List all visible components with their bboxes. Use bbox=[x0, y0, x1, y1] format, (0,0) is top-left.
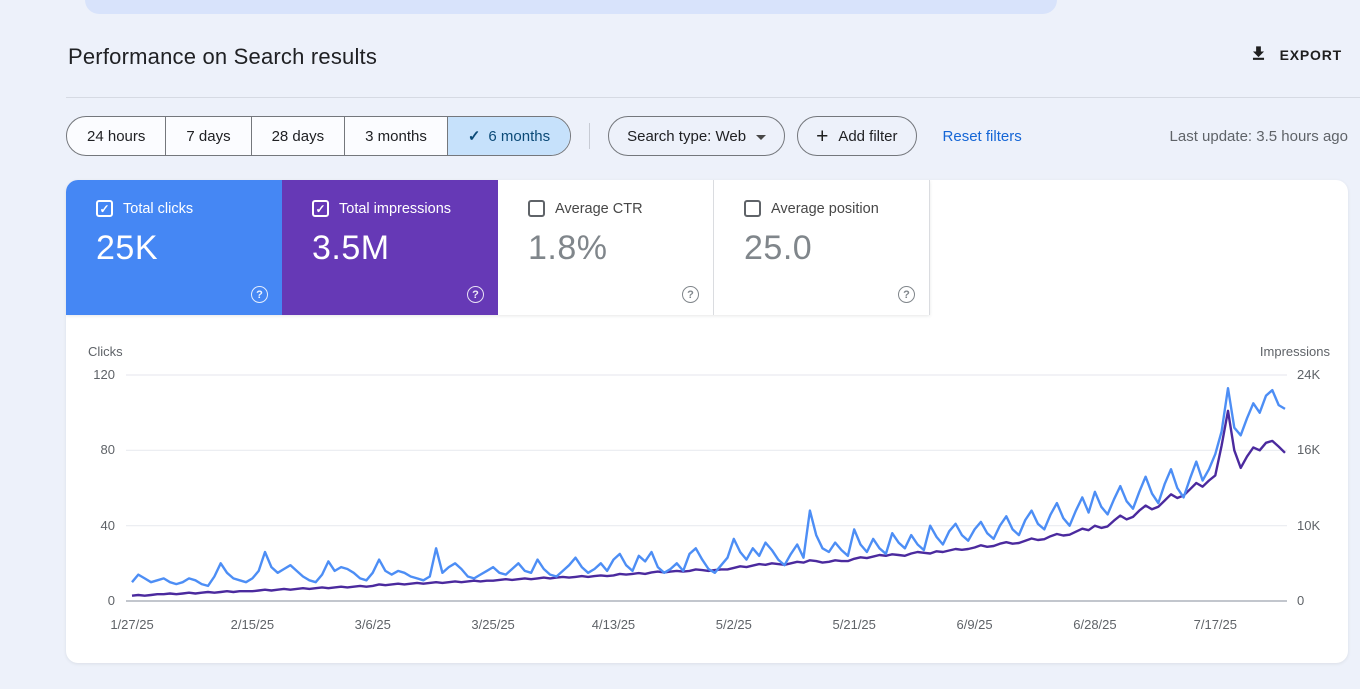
y-axis-tick-clicks: 80 bbox=[100, 442, 115, 458]
y-axis-tick-clicks: 120 bbox=[93, 367, 115, 382]
search-type-dropdown[interactable]: Search type: Web bbox=[608, 116, 786, 156]
plus-icon: + bbox=[816, 124, 829, 148]
x-axis-tick: 4/13/25 bbox=[591, 617, 636, 632]
add-filter-button[interactable]: + Add filter bbox=[797, 116, 917, 156]
page-title: Performance on Search results bbox=[68, 44, 378, 69]
filter-section-divider bbox=[589, 123, 591, 149]
x-axis-tick: 6/28/25 bbox=[1073, 617, 1117, 632]
date-range-6-months[interactable]: ✓ 6 months bbox=[446, 117, 571, 155]
x-axis-tick: 6/9/25 bbox=[956, 617, 993, 632]
last-update-text: Last update: 3.5 hours ago bbox=[1169, 127, 1348, 145]
filter-bar: 24 hours 7 days 28 days 3 months ✓ 6 mon… bbox=[66, 116, 1348, 156]
y-axis-tick-clicks: 0 bbox=[107, 593, 115, 608]
x-axis-tick: 5/2/25 bbox=[715, 617, 752, 632]
chart-canvas[interactable] bbox=[66, 180, 1348, 663]
export-label: EXPORT bbox=[1279, 47, 1342, 63]
x-axis-tick: 1/27/25 bbox=[110, 617, 154, 632]
date-range-label: 28 days bbox=[271, 127, 325, 145]
x-axis-tick: 3/6/25 bbox=[354, 617, 391, 632]
export-button[interactable]: EXPORT bbox=[1249, 44, 1342, 66]
chevron-down-icon bbox=[756, 134, 767, 140]
x-axis-tick: 2/15/25 bbox=[230, 617, 275, 632]
download-icon bbox=[1249, 44, 1268, 66]
y-axis-tick-impressions: 10K bbox=[1297, 517, 1321, 533]
top-search-bar[interactable] bbox=[85, 0, 1057, 14]
search-console-performance-page: Performance on Search results EXPORT 24 … bbox=[0, 0, 1360, 689]
search-type-label: Search type: Web bbox=[627, 127, 747, 145]
y-axis-tick-clicks: 40 bbox=[100, 517, 115, 533]
header-divider bbox=[66, 97, 1360, 98]
date-range-label: 3 months bbox=[365, 127, 427, 145]
date-range-label: 7 days bbox=[186, 127, 231, 145]
check-icon: ✓ bbox=[467, 128, 481, 145]
reset-filters-link[interactable]: Reset filters bbox=[943, 128, 1022, 145]
add-filter-label: Add filter bbox=[838, 127, 898, 145]
date-range-label: 6 months bbox=[488, 127, 551, 145]
y-axis-tick-impressions: 0 bbox=[1297, 593, 1305, 608]
date-range-label: 24 hours bbox=[87, 127, 146, 145]
date-range-7-days[interactable]: 7 days bbox=[165, 117, 250, 155]
series-line-clicks[interactable] bbox=[131, 386, 1286, 588]
x-axis-tick: 3/25/25 bbox=[471, 617, 515, 632]
date-range-3-months[interactable]: 3 months bbox=[344, 117, 447, 155]
performance-panel: ✓ Total clicks 25K ? ✓ Total impressions… bbox=[66, 180, 1348, 663]
x-axis-tick: 5/21/25 bbox=[832, 617, 876, 632]
date-range-28-days[interactable]: 28 days bbox=[250, 117, 345, 155]
performance-chart: Clicks Impressions 0 0 40 10K 80 16K 120 24K 1/2… bbox=[66, 180, 1348, 663]
date-range-selector: 24 hours 7 days 28 days 3 months ✓ 6 mon… bbox=[66, 116, 572, 156]
y-axis-tick-impressions: 16K bbox=[1297, 442, 1321, 458]
y-axis-tick-impressions: 24K bbox=[1297, 367, 1321, 382]
date-range-24-hours[interactable]: 24 hours bbox=[67, 117, 165, 155]
x-axis-tick: 7/17/25 bbox=[1193, 617, 1237, 632]
